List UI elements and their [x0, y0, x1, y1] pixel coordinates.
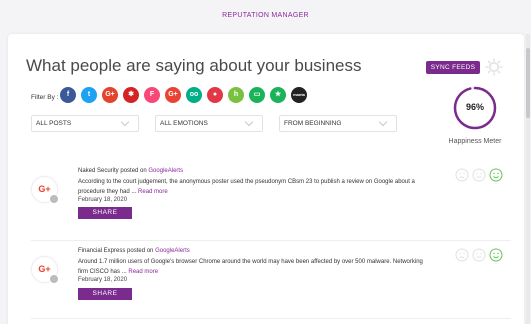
negative-face-icon[interactable] — [455, 168, 469, 182]
star-icon[interactable]: ★ — [270, 87, 286, 103]
google-plus-avatar: G+ — [31, 176, 59, 204]
neutral-face-icon[interactable] — [472, 168, 486, 182]
zomato-icon[interactable]: ● — [207, 87, 223, 103]
post-posted-on: posted on — [127, 248, 154, 254]
post-date: February 18, 2020 — [78, 277, 128, 283]
post-source-line: Financial Express posted on GoogleAlerts — [78, 248, 190, 254]
yelp-icon[interactable]: ✱ — [123, 87, 139, 103]
post-source-link[interactable]: GoogleAlerts — [148, 168, 183, 174]
positive-face-icon[interactable] — [489, 168, 503, 182]
timeframe-dropdown[interactable]: FROM BEGINNING — [279, 115, 397, 132]
chevron-down-icon — [120, 117, 130, 127]
happiness-meter-label: Happiness Meter — [448, 138, 502, 145]
emotions-dropdown[interactable]: ALL EMOTIONS — [155, 115, 263, 132]
google-plus-avatar: G+ — [31, 256, 59, 284]
tripadvisor-icon[interactable]: oo — [186, 87, 202, 103]
share-button[interactable]: SHARE — [78, 288, 132, 300]
twitter-icon[interactable]: t — [81, 87, 97, 103]
divider — [31, 240, 511, 241]
share-button[interactable]: SHARE — [78, 207, 132, 219]
emotions-dropdown-value: ALL EMOTIONS — [160, 120, 208, 127]
app-title: REPUTATION MANAGER — [222, 12, 309, 19]
post-publisher: Financial Express — [78, 248, 126, 254]
read-more-link[interactable]: Read more — [128, 269, 158, 275]
post-posted-on: posted on — [120, 168, 147, 174]
post-excerpt: According to the court judgement, the an… — [78, 179, 415, 195]
happiness-meter-value: 96% — [465, 102, 484, 112]
user-badge-icon — [49, 194, 59, 204]
gear-icon[interactable] — [484, 57, 504, 77]
timeframe-dropdown-value: FROM BEGINNING — [284, 120, 342, 127]
neutral-face-icon[interactable] — [472, 248, 486, 262]
google-plus-alt-icon[interactable]: G+ — [165, 87, 181, 103]
post-source-line: Naked Security posted on GoogleAlerts — [78, 168, 183, 174]
page-heading: What people are saying about your busine… — [26, 56, 362, 75]
scrollbar-thumb[interactable] — [526, 48, 530, 118]
post-text: Around 1.7 million users of Google's bro… — [78, 258, 428, 277]
chevron-down-icon — [378, 117, 388, 127]
filter-label: Filter By : — [31, 94, 59, 101]
post-date: February 18, 2020 — [78, 197, 128, 203]
houzz-icon[interactable]: h — [228, 87, 244, 103]
positive-face-icon[interactable] — [489, 248, 503, 262]
read-more-link[interactable]: Read more — [138, 189, 168, 195]
posts-dropdown-value: ALL POSTS — [36, 120, 72, 127]
post-text: According to the court judgement, the an… — [78, 178, 428, 197]
posts-dropdown[interactable]: ALL POSTS — [31, 115, 139, 132]
top-bar: REPUTATION MANAGER — [0, 0, 531, 34]
post-item: G+ Financial Express posted on GoogleAle… — [31, 248, 511, 312]
post-publisher: Naked Security — [78, 168, 119, 174]
google-plus-icon[interactable]: G+ — [102, 87, 118, 103]
sync-feeds-button[interactable]: SYNC FEEDS — [426, 61, 480, 74]
post-source-link[interactable]: GoogleAlerts — [155, 248, 190, 254]
chevron-down-icon — [244, 117, 254, 127]
manta-icon[interactable]: manta — [291, 87, 307, 103]
chat-icon[interactable]: ▭ — [249, 87, 265, 103]
foursquare-icon[interactable]: F — [144, 87, 160, 103]
facebook-icon[interactable]: f — [60, 87, 76, 103]
negative-face-icon[interactable] — [455, 248, 469, 262]
user-badge-icon — [49, 274, 59, 284]
divider — [31, 318, 511, 319]
post-item: G+ Naked Security posted on GoogleAlerts… — [31, 168, 511, 232]
